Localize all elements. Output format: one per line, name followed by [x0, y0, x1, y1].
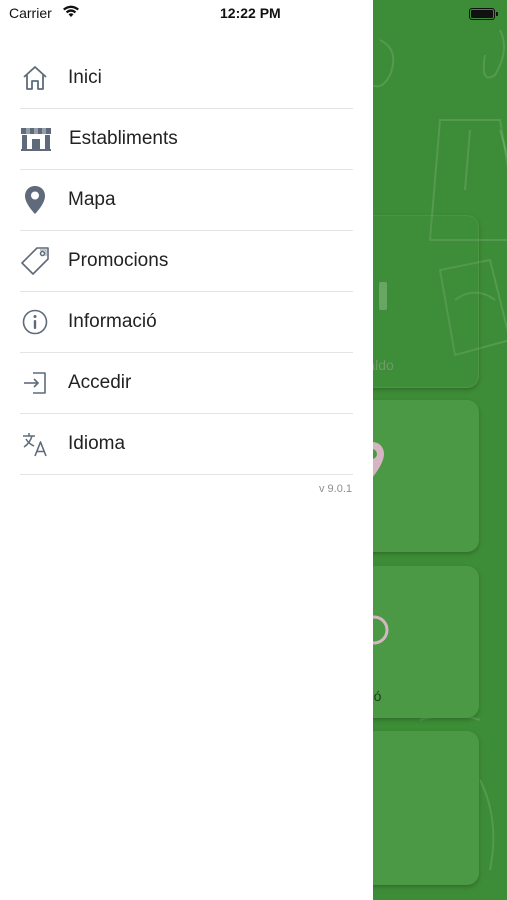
menu-item-accedir[interactable]: Accedir	[20, 353, 353, 414]
menu-item-mapa[interactable]: Mapa	[20, 170, 353, 231]
battery-icon	[469, 8, 498, 20]
card-graphic	[379, 282, 387, 310]
menu-item-label: Accedir	[68, 372, 132, 393]
drawer-menu: Inici Establiments Mapa Promocions Infor…	[20, 48, 353, 475]
menu-item-label: Mapa	[68, 189, 116, 210]
app-version: v 9.0.1	[318, 483, 352, 495]
info-icon	[20, 307, 50, 337]
status-bar: Carrier 12:22 PM	[0, 0, 373, 28]
menu-item-promocions[interactable]: Promocions	[20, 231, 353, 292]
menu-item-establiments[interactable]: Establiments	[20, 109, 353, 170]
storefront-icon	[20, 124, 52, 154]
side-drawer: Carrier 12:22 PM Inici Establiments Mapa…	[0, 0, 373, 900]
map-pin-icon	[20, 185, 50, 215]
menu-item-label: Idioma	[68, 433, 126, 454]
translate-icon	[20, 429, 50, 459]
menu-item-inici[interactable]: Inici	[20, 48, 353, 109]
tag-icon	[20, 246, 50, 276]
wifi-icon	[63, 5, 79, 17]
home-icon	[20, 63, 50, 93]
menu-item-label: Promocions	[68, 250, 169, 271]
menu-item-label: Establiments	[69, 128, 178, 149]
status-time: 12:22 PM	[220, 5, 281, 21]
carrier-label: Carrier	[9, 5, 52, 21]
login-icon	[20, 368, 50, 398]
menu-item-label: Inici	[68, 67, 102, 88]
menu-item-label: Informació	[68, 311, 157, 332]
menu-item-informacio[interactable]: Informació	[20, 292, 353, 353]
menu-item-idioma[interactable]: Idioma	[20, 414, 353, 475]
